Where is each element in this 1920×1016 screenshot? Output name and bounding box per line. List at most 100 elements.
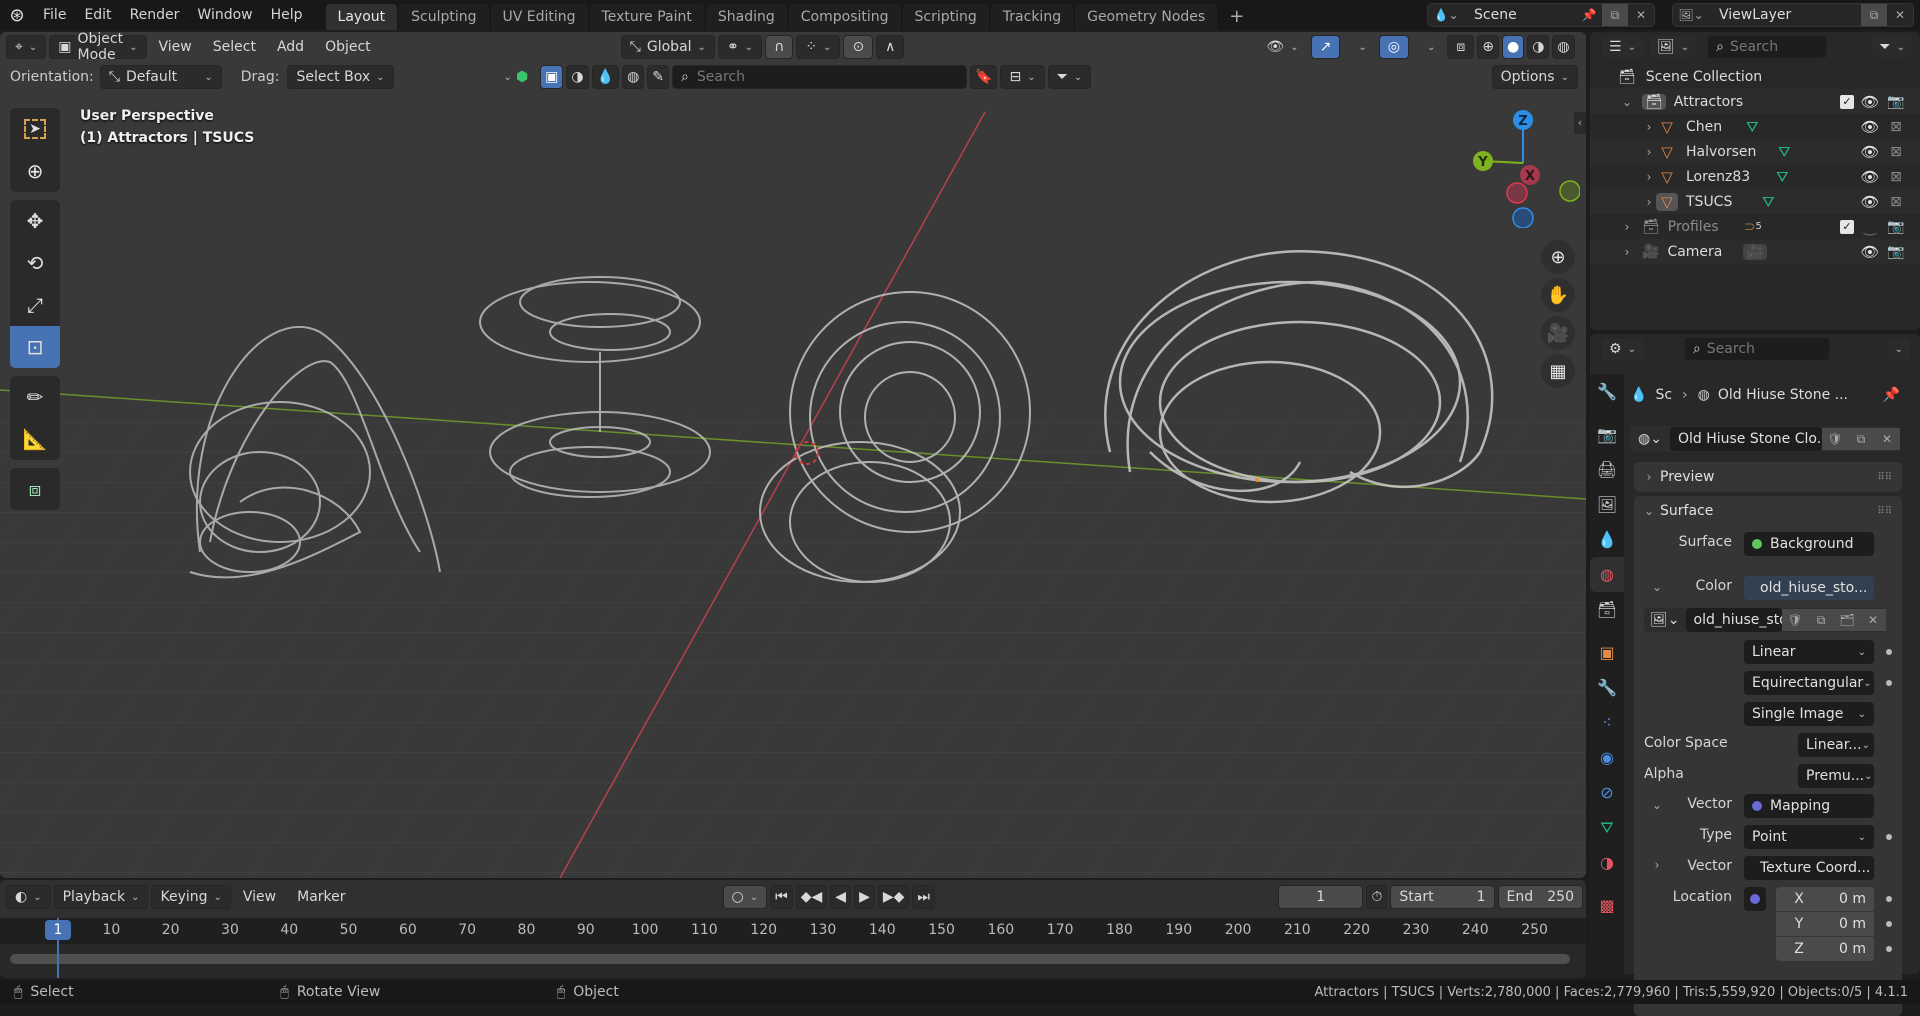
- editor-type-button[interactable]: ⌖ ⌄: [6, 35, 47, 59]
- cursor-tool[interactable]: ⊕: [10, 150, 60, 192]
- tab-texture[interactable]: ▩: [1590, 888, 1624, 923]
- view-layer-name[interactable]: ViewLayer: [1709, 7, 1861, 23]
- menu-file[interactable]: File: [34, 0, 75, 30]
- tab-layout[interactable]: Layout: [325, 4, 398, 30]
- expand-icon[interactable]: ›: [1642, 145, 1656, 159]
- expand-icon[interactable]: ›: [1642, 170, 1656, 184]
- gizmo-neg-z[interactable]: [1512, 207, 1534, 228]
- tab-scene[interactable]: 💧: [1590, 522, 1624, 557]
- play-reverse-button[interactable]: ◀: [830, 885, 852, 909]
- keyframe-dot[interactable]: [1886, 834, 1892, 840]
- scene-selector[interactable]: 💧⌄ Scene 📌 ⧉ ✕: [1427, 3, 1655, 27]
- menu-add[interactable]: Add: [268, 35, 313, 59]
- surface-panel-header[interactable]: ⌄ Surface ⠿⠿: [1634, 496, 1902, 526]
- tab-shading[interactable]: Shading: [705, 4, 787, 30]
- tab-data[interactable]: ⛛: [1590, 810, 1624, 845]
- image-source-select[interactable]: Single Image ⌄: [1744, 702, 1874, 726]
- drag-handle-icon[interactable]: ⠿⠿: [1877, 472, 1892, 483]
- keyframe-dot[interactable]: [1886, 649, 1892, 655]
- menu-object[interactable]: Object: [316, 35, 380, 59]
- transform-orientation-select[interactable]: ⤡ Global ⌄: [620, 35, 715, 59]
- filter-world[interactable]: ◍: [622, 65, 645, 89]
- location-socket[interactable]: [1744, 887, 1766, 911]
- mesh-data-icon[interactable]: ⛛: [1778, 143, 1791, 161]
- 3d-viewport[interactable]: ⌖ ⌄ ▣ Object Mode ⌄ View Select Add Object …: [0, 32, 1586, 878]
- prev-keyframe-button[interactable]: ◆◀: [795, 885, 828, 909]
- filter-object[interactable]: ▣: [540, 65, 564, 89]
- drag-handle-icon[interactable]: ⠿⠿: [1877, 506, 1892, 517]
- tab-constraints[interactable]: ⊘: [1590, 775, 1624, 810]
- current-frame-field[interactable]: 1: [1278, 885, 1364, 909]
- blender-logo-icon[interactable]: ⊛: [0, 0, 34, 30]
- outliner-row-chen[interactable]: › ▽ Chen ⛛ 👁 ⊠: [1590, 114, 1920, 139]
- eye-icon[interactable]: 👁: [1860, 118, 1880, 136]
- visibility-button[interactable]: 👁 ⌄: [1257, 35, 1307, 59]
- image-name-field[interactable]: old_hiuse_sto...: [1685, 608, 1782, 632]
- vector-input-field[interactable]: Mapping: [1744, 794, 1874, 818]
- timeline-editor-type[interactable]: ◐ ⌄: [6, 885, 51, 909]
- unlink-image-icon[interactable]: ✕: [1860, 609, 1886, 631]
- pan-view-button[interactable]: ✋: [1541, 278, 1575, 312]
- tab-view-layer[interactable]: 🖼: [1590, 487, 1624, 522]
- keying-menu[interactable]: Keying ⌄: [151, 885, 231, 909]
- render-disabled-icon[interactable]: ⊠: [1886, 119, 1906, 135]
- timeline-view-menu[interactable]: View: [234, 885, 285, 909]
- navigation-gizmo[interactable]: X Y Z: [1470, 108, 1580, 228]
- expand-icon[interactable]: ›: [1620, 245, 1634, 259]
- eye-icon[interactable]: 👁: [1860, 93, 1880, 111]
- filter-scene[interactable]: 💧: [591, 65, 620, 89]
- overlay-toggle[interactable]: ◎: [1378, 35, 1409, 59]
- play-button[interactable]: ▶: [854, 885, 875, 909]
- playback-menu[interactable]: Playback ⌄: [53, 885, 149, 909]
- add-cube-tool[interactable]: ⧈: [10, 468, 60, 510]
- outliner-search-input[interactable]: ⌕ Search: [1707, 35, 1828, 59]
- ortho-toggle-button[interactable]: ▦: [1541, 354, 1575, 388]
- marker-menu[interactable]: Marker: [288, 885, 354, 909]
- timeline-body[interactable]: [0, 944, 1586, 978]
- tab-tracking[interactable]: Tracking: [990, 4, 1074, 30]
- orientation-default-select[interactable]: ⤡ Default ⌄: [99, 65, 222, 89]
- bookmark-toggle[interactable]: 🔖: [970, 65, 998, 89]
- shading-dropdown[interactable]: ⌄: [1578, 35, 1586, 59]
- world-browse-button[interactable]: ◍⌄: [1630, 431, 1670, 447]
- eye-icon[interactable]: 👁: [1860, 193, 1880, 211]
- fake-user-icon[interactable]: 🛡: [1782, 609, 1808, 631]
- tab-tool[interactable]: 🔧: [1590, 374, 1624, 409]
- outliner-row-camera[interactable]: › 🎥 Camera 🎥 👁 📷: [1590, 239, 1920, 264]
- menu-help[interactable]: Help: [262, 0, 312, 30]
- frame-ruler[interactable]: 10 20 30 40 50 60 70 80 90 100 110 120 130 140 150 160 1…: [0, 918, 1586, 944]
- surface-shader-field[interactable]: Background: [1744, 532, 1874, 556]
- snap-target-button[interactable]: ⁘ ⌄: [796, 35, 841, 59]
- drag-select[interactable]: Select Box ⌄: [287, 65, 394, 89]
- outliner-editor-type[interactable]: ☰ ⌄: [1600, 35, 1645, 59]
- shading-rendered[interactable]: ◍: [1552, 35, 1575, 59]
- camera-data-icon[interactable]: 🎥: [1743, 243, 1767, 260]
- vector2-input-field[interactable]: Texture Coord...: [1744, 856, 1874, 880]
- tab-uv-editing[interactable]: UV Editing: [490, 4, 588, 30]
- menu-render[interactable]: Render: [121, 0, 189, 30]
- mesh-data-icon[interactable]: ⛛: [1746, 118, 1759, 136]
- preview-range-toggle[interactable]: ⏱: [1366, 885, 1388, 909]
- exclude-checkbox[interactable]: ✓: [1840, 94, 1854, 109]
- view-layer-selector[interactable]: 🖼⌄ ViewLayer ⧉ ✕: [1672, 3, 1914, 27]
- end-frame-field[interactable]: End 250: [1497, 885, 1583, 909]
- asset-search-input[interactable]: ⌕ Search: [672, 65, 968, 89]
- world-name-field[interactable]: Old Hiuse Stone Clo...: [1669, 427, 1822, 451]
- open-image-icon[interactable]: 🗂: [1834, 609, 1860, 631]
- duplicate-scene-icon[interactable]: ⧉: [1602, 4, 1628, 26]
- keyframe-dot[interactable]: [1886, 946, 1892, 952]
- render-camera-icon[interactable]: 📷: [1886, 94, 1906, 110]
- tab-scripting[interactable]: Scripting: [902, 4, 989, 30]
- options-button[interactable]: Options ⌄: [1491, 65, 1578, 89]
- mesh-data-icon[interactable]: ⛛: [1762, 193, 1775, 211]
- render-camera-icon[interactable]: 📷: [1886, 244, 1906, 260]
- projection-select[interactable]: Equirectangular ⌄: [1744, 671, 1874, 695]
- measure-tool[interactable]: 📐: [10, 418, 60, 460]
- shading-material[interactable]: ◑: [1527, 35, 1550, 59]
- move-tool[interactable]: ✥: [10, 200, 60, 242]
- timeline-scrollbar[interactable]: [10, 954, 1570, 964]
- next-keyframe-button[interactable]: ▶◆: [877, 885, 910, 909]
- properties-editor-type[interactable]: ⚙ ⌄: [1600, 337, 1645, 361]
- shading-wireframe[interactable]: ⊕: [1477, 35, 1499, 59]
- jump-end-button[interactable]: ⏭: [912, 885, 936, 909]
